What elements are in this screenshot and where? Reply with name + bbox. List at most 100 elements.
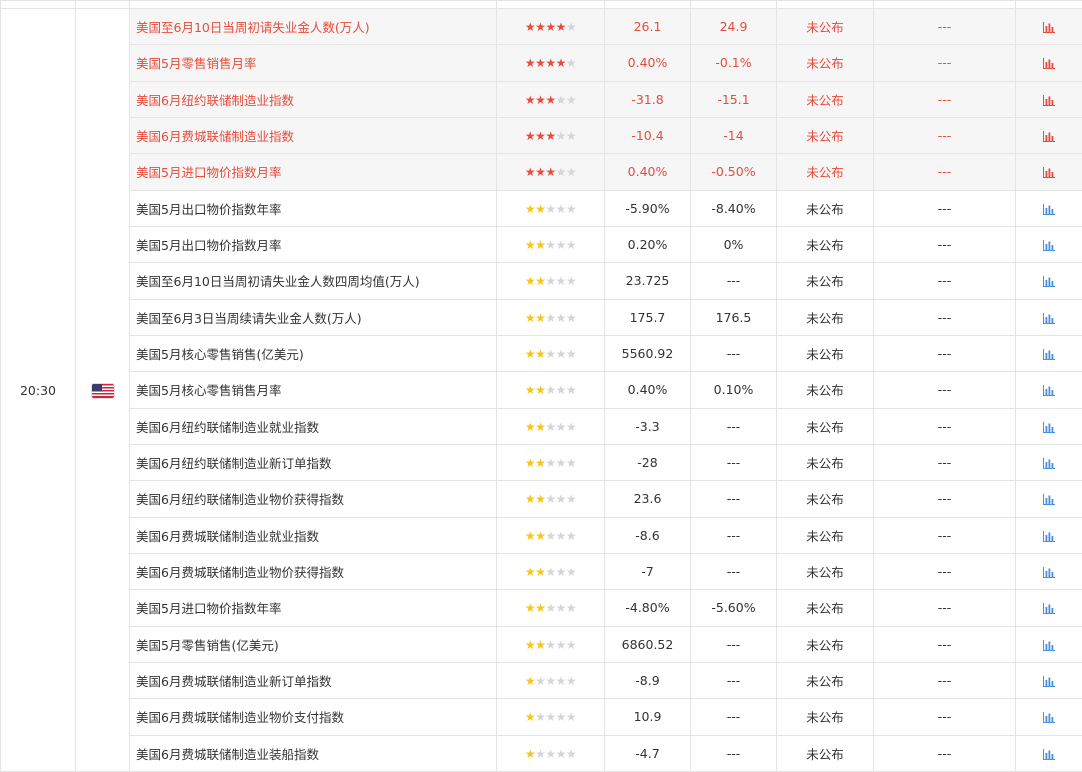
event-name[interactable]: 美国5月进口物价指数年率 xyxy=(129,589,497,627)
chart-link[interactable] xyxy=(1015,480,1082,518)
event-row[interactable]: 美国6月费城联储制造业物价获得指数 ★★★★★ -7 --- 未公布 --- xyxy=(1,552,1082,591)
event-name[interactable]: 美国5月零售销售(亿美元) xyxy=(129,625,497,663)
chart-link[interactable] xyxy=(1015,80,1082,118)
bar-chart-icon[interactable] xyxy=(1043,530,1055,542)
event-name[interactable]: 美国5月进口物价指数月率 xyxy=(129,153,497,191)
event-name[interactable]: 美国5月零售销售月率 xyxy=(129,44,497,82)
event-name[interactable]: 美国至6月3日当周续请失业金人数(万人) xyxy=(129,298,497,336)
event-name[interactable]: 美国6月纽约联储制造业新订单指数 xyxy=(129,443,497,482)
event-name[interactable]: 美国6月费城联储制造业新订单指数 xyxy=(129,661,497,700)
chart-link[interactable] xyxy=(1015,262,1082,300)
event-name[interactable]: 美国6月费城联储制造业装船指数 xyxy=(129,734,497,772)
forecast-value: -0.1% xyxy=(690,44,777,82)
chart-link[interactable] xyxy=(1015,371,1082,409)
star-icon: ★ xyxy=(545,419,556,434)
chart-link[interactable] xyxy=(1015,334,1082,373)
chart-link[interactable] xyxy=(1015,116,1082,155)
bar-chart-icon[interactable] xyxy=(1043,312,1055,324)
bar-chart-icon[interactable] xyxy=(1043,276,1055,288)
bar-chart-icon[interactable] xyxy=(1043,676,1055,688)
bar-chart-icon[interactable] xyxy=(1043,494,1055,506)
chart-link[interactable] xyxy=(1015,44,1082,82)
event-row[interactable]: 美国5月出口物价指数年率 ★★★★★ -5.90% -8.40% 未公布 --- xyxy=(1,189,1082,227)
bar-chart-icon[interactable] xyxy=(1043,385,1055,397)
event-row[interactable]: 美国5月进口物价指数月率 ★★★★★ 0.40% -0.50% 未公布 --- xyxy=(1,153,1082,191)
event-name[interactable]: 美国6月费城联储制造业指数 xyxy=(129,116,497,155)
bar-chart-icon[interactable] xyxy=(1043,458,1055,470)
actual-value: 未公布 xyxy=(776,443,874,482)
event-row[interactable]: 美国6月纽约联储制造业新订单指数 ★★★★★ -28 --- 未公布 --- xyxy=(1,443,1082,482)
star-icon: ★ xyxy=(535,274,546,289)
bar-chart-icon[interactable] xyxy=(1043,748,1055,760)
chart-link[interactable] xyxy=(1015,225,1082,264)
event-row[interactable]: 美国6月费城联储制造业就业指数 ★★★★★ -8.6 --- 未公布 --- xyxy=(1,516,1082,554)
event-name[interactable]: 美国6月纽约联储制造业物价获得指数 xyxy=(129,480,497,518)
event-name[interactable]: 美国6月纽约联储制造业指数 xyxy=(129,80,497,118)
bar-chart-icon[interactable] xyxy=(1043,349,1055,361)
chart-link[interactable] xyxy=(1015,7,1082,46)
event-row[interactable]: 美国6月费城联储制造业装船指数 ★★★★★ -4.7 --- 未公布 --- xyxy=(1,734,1082,772)
bar-chart-icon[interactable] xyxy=(1043,203,1055,215)
event-name[interactable]: 美国6月费城联储制造业就业指数 xyxy=(129,516,497,554)
bar-chart-icon[interactable] xyxy=(1043,58,1055,70)
bar-chart-icon[interactable] xyxy=(1043,603,1055,615)
event-row[interactable]: 美国5月进口物价指数年率 ★★★★★ -4.80% -5.60% 未公布 --- xyxy=(1,589,1082,627)
event-row[interactable]: 美国6月费城联储制造业新订单指数 ★★★★★ -8.9 --- 未公布 --- xyxy=(1,661,1082,700)
chart-link[interactable] xyxy=(1015,589,1082,627)
event-name[interactable]: 美国6月费城联储制造业物价获得指数 xyxy=(129,552,497,591)
event-row[interactable]: 美国至6月10日当周初请失业金人数四周均值(万人) ★★★★★ 23.725 -… xyxy=(1,262,1082,300)
chart-link[interactable] xyxy=(1015,734,1082,772)
bar-chart-icon[interactable] xyxy=(1043,712,1055,724)
event-row[interactable]: 美国6月费城联储制造业指数 ★★★★★ -10.4 -14 未公布 --- xyxy=(1,116,1082,155)
event-row[interactable]: 美国5月核心零售销售(亿美元) ★★★★★ 5560.92 --- 未公布 --… xyxy=(1,334,1082,373)
chart-link[interactable] xyxy=(1015,625,1082,663)
bar-chart-icon[interactable] xyxy=(1043,22,1055,34)
event-row[interactable]: 20:30 美国至6月10日当周初请失业金人数(万人) ★★★★★ 26.1 2… xyxy=(0,7,1082,772)
actual-value: 未公布 xyxy=(776,661,874,700)
star-icon: ★ xyxy=(535,347,546,362)
event-name[interactable]: 美国5月核心零售销售(亿美元) xyxy=(129,334,497,373)
chart-link[interactable] xyxy=(1015,516,1082,554)
event-row[interactable]: 美国5月出口物价指数月率 ★★★★★ 0.20% 0% 未公布 --- xyxy=(1,225,1082,264)
forecast-value: 0.10% xyxy=(690,371,777,409)
previous-value: 23.6 xyxy=(604,480,691,518)
forecast-value: -5.60% xyxy=(690,589,777,627)
star-icon: ★ xyxy=(524,383,536,398)
bar-chart-icon[interactable] xyxy=(1043,567,1055,579)
impact-value: --- xyxy=(873,189,1016,227)
event-name[interactable]: 美国至6月10日当周初请失业金人数四周均值(万人) xyxy=(129,262,497,300)
event-row[interactable]: 美国5月核心零售销售月率 ★★★★★ 0.40% 0.10% 未公布 --- xyxy=(1,371,1082,409)
bar-chart-icon[interactable] xyxy=(1043,167,1055,179)
event-row[interactable]: 美国5月零售销售(亿美元) ★★★★★ 6860.52 --- 未公布 --- xyxy=(1,625,1082,663)
bar-chart-icon[interactable] xyxy=(1043,94,1055,106)
chart-link[interactable] xyxy=(1015,153,1082,191)
star-icon: ★ xyxy=(524,201,536,216)
bar-chart-icon[interactable] xyxy=(1043,421,1055,433)
event-row[interactable]: 美国6月纽约联储制造业物价获得指数 ★★★★★ 23.6 --- 未公布 --- xyxy=(1,480,1082,518)
bar-chart-icon[interactable] xyxy=(1043,240,1055,252)
event-row[interactable]: 美国6月纽约联储制造业就业指数 ★★★★★ -3.3 --- 未公布 --- xyxy=(1,407,1082,445)
bar-chart-icon[interactable] xyxy=(1043,131,1055,143)
star-icon: ★ xyxy=(555,20,567,35)
chart-link[interactable] xyxy=(1015,698,1082,736)
event-row[interactable]: 美国6月费城联储制造业物价支付指数 ★★★★★ 10.9 --- 未公布 --- xyxy=(1,698,1082,736)
chart-link[interactable] xyxy=(1015,661,1082,700)
chart-link[interactable] xyxy=(1015,552,1082,591)
event-name[interactable]: 美国5月核心零售销售月率 xyxy=(129,371,497,409)
previous-value: 0.40% xyxy=(604,371,691,409)
chart-link[interactable] xyxy=(1015,298,1082,336)
event-row[interactable]: 美国6月纽约联储制造业指数 ★★★★★ -31.8 -15.1 未公布 --- xyxy=(1,80,1082,118)
event-name[interactable]: 美国5月出口物价指数月率 xyxy=(129,225,497,264)
event-row[interactable]: 美国至6月3日当周续请失业金人数(万人) ★★★★★ 175.7 176.5 未… xyxy=(1,298,1082,336)
event-name[interactable]: 美国6月纽约联储制造业就业指数 xyxy=(129,407,497,445)
chart-link[interactable] xyxy=(1015,189,1082,227)
chart-link[interactable] xyxy=(1015,443,1082,482)
event-name[interactable]: 美国6月费城联储制造业物价支付指数 xyxy=(129,698,497,736)
previous-value: -7 xyxy=(604,552,691,591)
star-icon: ★ xyxy=(555,456,567,471)
bar-chart-icon[interactable] xyxy=(1043,639,1055,651)
event-row[interactable]: 美国5月零售销售月率 ★★★★★ 0.40% -0.1% 未公布 --- xyxy=(1,44,1082,82)
event-name[interactable]: 美国至6月10日当周初请失业金人数(万人) xyxy=(129,7,497,46)
chart-link[interactable] xyxy=(1015,407,1082,445)
event-name[interactable]: 美国5月出口物价指数年率 xyxy=(129,189,497,227)
